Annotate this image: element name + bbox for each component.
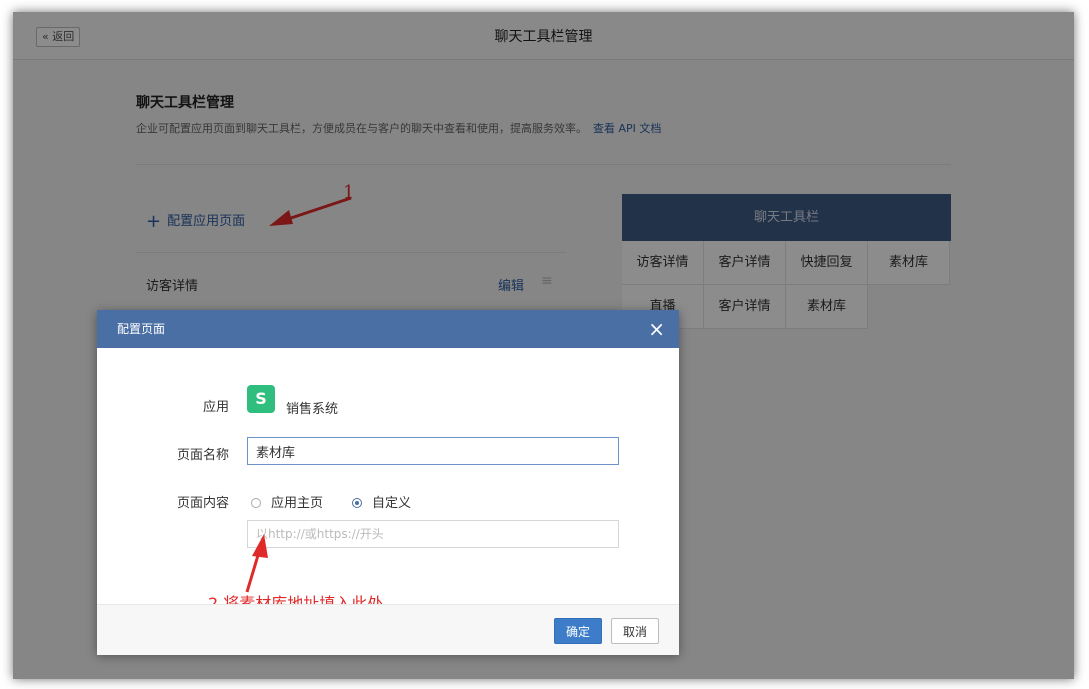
config-page-dialog: 配置页面 × 应用 S 销售系统 页面名称 页面内容 应用主页 自定义 2 将素… — [97, 310, 679, 655]
radio-unchecked-icon — [251, 498, 261, 508]
dialog-footer: 确定 取消 — [97, 604, 679, 655]
app-window: « 返回 聊天工具栏管理 聊天工具栏管理 企业可配置应用页面到聊天工具栏，方便成… — [13, 12, 1074, 679]
radio-custom[interactable]: 自定义 — [352, 492, 411, 511]
app-label: 应用 — [202, 400, 229, 415]
page-content-label: 页面内容 — [176, 496, 229, 511]
dialog-title: 配置页面 — [117, 322, 166, 336]
cancel-button[interactable]: 取消 — [611, 618, 659, 644]
page-name-input[interactable] — [247, 437, 619, 465]
dialog-header: 配置页面 × — [97, 310, 679, 348]
radio-custom-label: 自定义 — [372, 496, 412, 511]
radio-checked-icon — [352, 498, 362, 508]
page-name-label: 页面名称 — [176, 448, 229, 463]
app-logo-icon: S — [247, 385, 275, 413]
radio-app-home[interactable]: 应用主页 — [251, 492, 323, 511]
confirm-button[interactable]: 确定 — [554, 618, 602, 644]
annotation-arrow-icon — [245, 534, 268, 593]
radio-home-label: 应用主页 — [271, 496, 324, 511]
app-name: 销售系统 — [286, 402, 339, 417]
url-input[interactable] — [247, 520, 619, 548]
close-icon[interactable]: × — [648, 310, 665, 348]
